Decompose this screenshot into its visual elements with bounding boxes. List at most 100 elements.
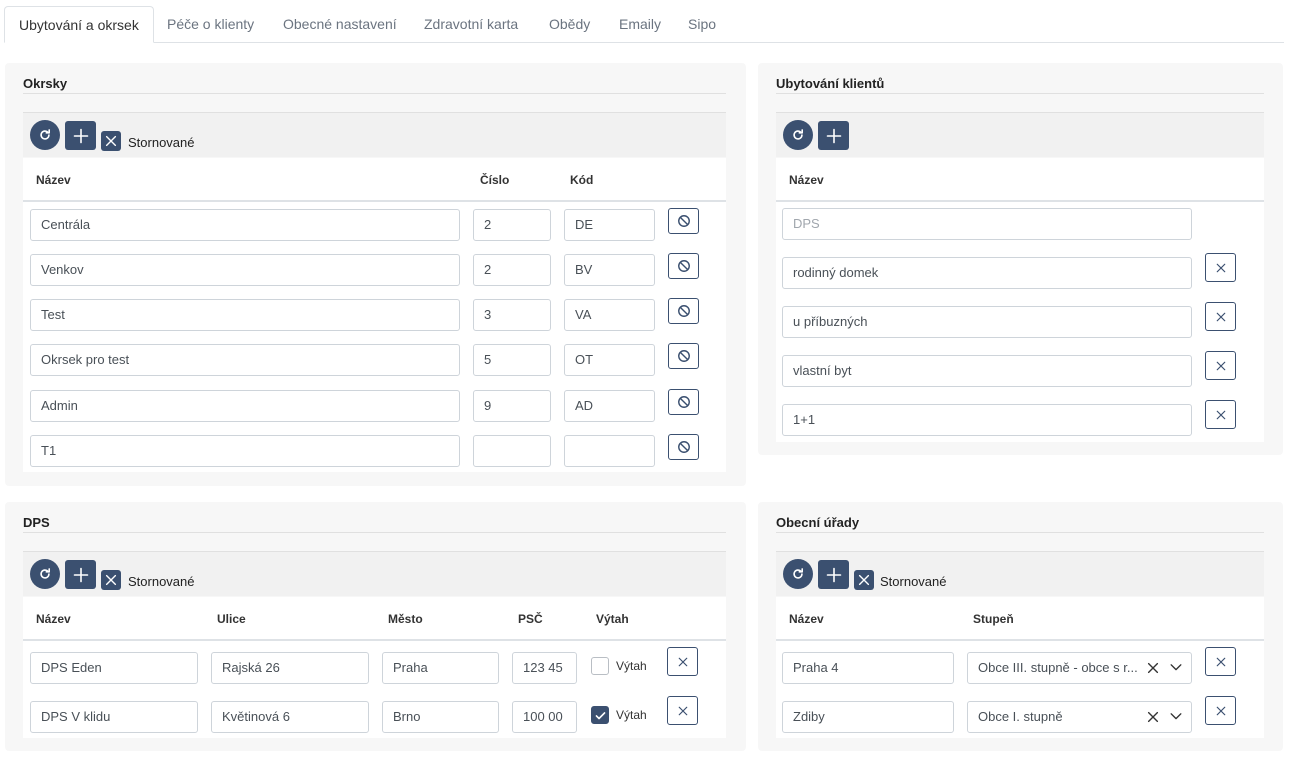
- cislo-input[interactable]: 2: [473, 209, 551, 241]
- kod-input[interactable]: VA: [564, 299, 655, 331]
- tab-emaily[interactable]: Emaily: [605, 6, 675, 42]
- refresh-icon: [38, 128, 52, 142]
- ban-icon: [677, 304, 691, 318]
- col-nazev: Název: [36, 173, 71, 187]
- nazev-input[interactable]: Centrála: [30, 209, 460, 241]
- okrsky-table-header: Název Číslo Kód: [23, 158, 726, 202]
- new-ubytovani-input[interactable]: DPS: [782, 208, 1192, 240]
- add-button[interactable]: [818, 121, 849, 150]
- cislo-input[interactable]: 5: [473, 344, 551, 376]
- nazev-input[interactable]: Test: [30, 299, 460, 331]
- kod-input[interactable]: BV: [564, 254, 655, 286]
- tab-ubytovani-a-okrsek[interactable]: Ubytování a okrsek: [4, 6, 154, 43]
- chevron-down-icon: [1169, 709, 1183, 723]
- col-stupen: Stupeň: [973, 612, 1014, 626]
- add-button[interactable]: [818, 560, 849, 589]
- tab-obecne-nastaveni[interactable]: Obecné nastavení: [269, 6, 411, 42]
- delete-button[interactable]: [1205, 400, 1236, 429]
- add-button[interactable]: [65, 560, 96, 589]
- refresh-button[interactable]: [30, 120, 60, 150]
- delete-button[interactable]: [1205, 647, 1236, 676]
- stornovat-button[interactable]: [668, 434, 699, 460]
- col-cislo: Číslo: [480, 173, 510, 187]
- close-icon: [1215, 360, 1227, 372]
- plus-icon: [73, 567, 89, 583]
- kod-input[interactable]: DE: [564, 209, 655, 241]
- stornovat-button[interactable]: [668, 208, 699, 234]
- tab-pece-o-klienty[interactable]: Péče o klienty: [153, 6, 268, 42]
- col-nazev: Název: [789, 173, 824, 187]
- kod-input[interactable]: [564, 435, 655, 467]
- stornovat-button[interactable]: [668, 298, 699, 324]
- refresh-button[interactable]: [783, 559, 813, 589]
- stornovane-toggle[interactable]: [101, 131, 121, 151]
- nazev-input[interactable]: T1: [30, 435, 460, 467]
- clear-selection-button[interactable]: [1146, 661, 1160, 678]
- stornovat-button[interactable]: [668, 343, 699, 369]
- divider: [23, 532, 726, 533]
- mesto-input[interactable]: Brno: [382, 701, 499, 733]
- ban-icon: [677, 395, 691, 409]
- vytah-label: Výtah: [616, 708, 647, 722]
- nazev-input[interactable]: u příbuzných: [782, 306, 1192, 338]
- refresh-button[interactable]: [783, 120, 813, 150]
- stornovane-toggle[interactable]: [101, 570, 121, 590]
- cislo-input[interactable]: 2: [473, 254, 551, 286]
- cislo-input[interactable]: [473, 435, 551, 467]
- tab-sipo[interactable]: Sipo: [674, 6, 730, 42]
- clear-selection-button[interactable]: [1146, 710, 1160, 727]
- nazev-input[interactable]: 1+1: [782, 404, 1192, 436]
- nazev-input[interactable]: DPS Eden: [30, 652, 198, 684]
- tab-zdravotni-karta[interactable]: Zdravotní karta: [410, 6, 532, 42]
- nazev-input[interactable]: Praha 4: [782, 652, 954, 684]
- ulice-input[interactable]: Rajská 26: [211, 652, 369, 684]
- ulice-input[interactable]: Květinová 6: [211, 701, 369, 733]
- close-icon: [677, 656, 689, 668]
- close-icon: [857, 573, 871, 587]
- stornovane-toggle[interactable]: [854, 570, 874, 590]
- stornovane-label: Stornované: [880, 574, 947, 589]
- stornovat-button[interactable]: [668, 389, 699, 415]
- col-kod: Kód: [570, 173, 594, 187]
- mesto-input[interactable]: Praha: [382, 652, 499, 684]
- refresh-icon: [38, 567, 52, 581]
- cislo-input[interactable]: 3: [473, 299, 551, 331]
- add-button[interactable]: [65, 121, 96, 150]
- cislo-input[interactable]: 9: [473, 390, 551, 422]
- tab-obedy[interactable]: Obědy: [535, 6, 604, 42]
- psc-input[interactable]: 100 00: [512, 701, 577, 733]
- kod-input[interactable]: OT: [564, 344, 655, 376]
- close-icon: [1215, 409, 1227, 421]
- stornovat-button[interactable]: [668, 253, 699, 279]
- dropdown-toggle[interactable]: [1169, 709, 1183, 726]
- nazev-input[interactable]: Zdiby: [782, 701, 954, 733]
- delete-button[interactable]: [667, 647, 698, 676]
- nazev-input[interactable]: DPS V klidu: [30, 701, 198, 733]
- nazev-input[interactable]: vlastní byt: [782, 355, 1192, 387]
- delete-button[interactable]: [1205, 302, 1236, 331]
- kod-input[interactable]: AD: [564, 390, 655, 422]
- delete-button[interactable]: [667, 696, 698, 725]
- chevron-down-icon: [1169, 660, 1183, 674]
- delete-button[interactable]: [1205, 253, 1236, 282]
- nazev-input[interactable]: Venkov: [30, 254, 460, 286]
- nazev-input[interactable]: rodinný domek: [782, 257, 1192, 289]
- nazev-input[interactable]: Admin: [30, 390, 460, 422]
- col-mesto: Město: [388, 612, 423, 626]
- nazev-input[interactable]: Okrsek pro test: [30, 344, 460, 376]
- ubytovani-table-header: Název: [776, 158, 1264, 202]
- divider: [23, 93, 726, 94]
- delete-button[interactable]: [1205, 351, 1236, 380]
- refresh-button[interactable]: [30, 559, 60, 589]
- psc-input[interactable]: 123 45: [512, 652, 577, 684]
- close-icon: [677, 705, 689, 717]
- vytah-checkbox[interactable]: [591, 706, 609, 724]
- vytah-checkbox[interactable]: [591, 657, 609, 675]
- ban-icon: [677, 259, 691, 273]
- check-icon: [594, 709, 607, 722]
- dropdown-toggle[interactable]: [1169, 660, 1183, 677]
- col-nazev: Název: [36, 612, 71, 626]
- col-ulice: Ulice: [217, 612, 246, 626]
- delete-button[interactable]: [1205, 696, 1236, 725]
- divider: [776, 532, 1264, 533]
